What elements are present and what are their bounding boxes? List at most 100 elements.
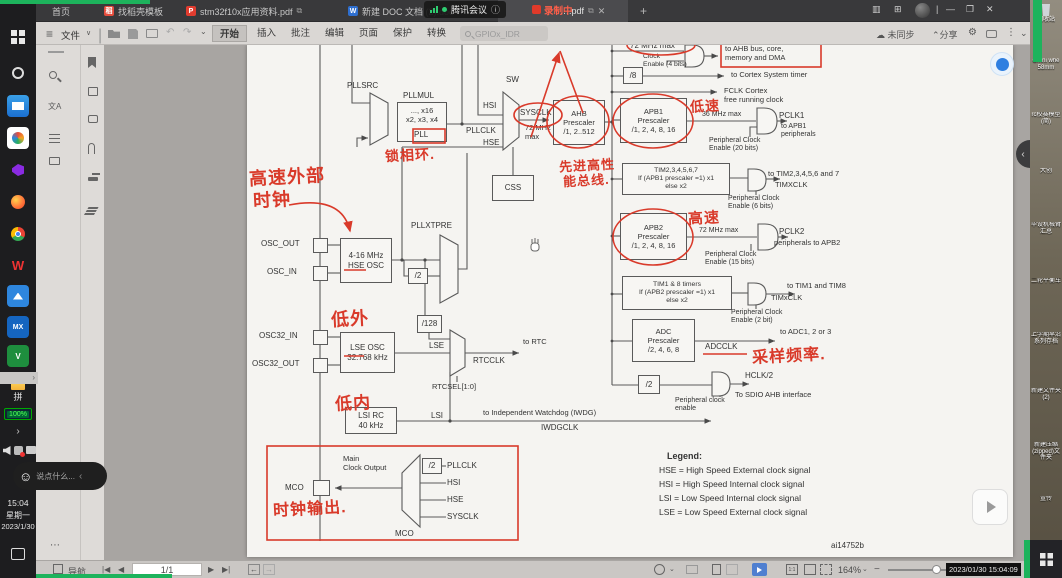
desktop-icon-zipped[interactable]: 新建压缩(zipped)文件夹: [1031, 442, 1061, 462]
redo-icon[interactable]: ↷: [183, 27, 191, 38]
clock-time[interactable]: 15:04: [0, 498, 36, 508]
save-icon[interactable]: [128, 29, 138, 39]
ribbon-tab-comment[interactable]: 批注: [284, 25, 317, 42]
two-page-icon[interactable]: [726, 564, 738, 575]
more-menu-icon[interactable]: ⋮: [1006, 27, 1016, 38]
close-button[interactable]: ✕: [986, 4, 994, 15]
stamp-icon[interactable]: [88, 173, 98, 184]
collapsed-overlay-bar[interactable]: ›: [0, 372, 38, 384]
translate-icon[interactable]: 文A: [48, 101, 61, 112]
taskbar-item-chrome[interactable]: [7, 223, 29, 245]
narrow-mode-icon[interactable]: ▥: [872, 4, 881, 15]
search-button[interactable]: [7, 62, 29, 84]
ribbon-tab-convert[interactable]: 转换: [420, 25, 453, 42]
snapshot-icon[interactable]: [88, 87, 98, 99]
comment-panel-icon[interactable]: [88, 115, 98, 126]
camera-icon[interactable]: [26, 446, 36, 454]
history-back-button[interactable]: ←: [248, 564, 260, 575]
annotation-pll: 锁相环.: [385, 144, 436, 167]
file-menu-caret[interactable]: ∨: [86, 29, 91, 37]
zoom-level[interactable]: 164%: [838, 565, 861, 575]
book-view-icon[interactable]: [686, 565, 698, 574]
workspace-grid-icon[interactable]: ⊞: [894, 4, 902, 15]
undo-icon[interactable]: ↶: [166, 27, 174, 38]
tray-expand-chevron[interactable]: ›: [0, 426, 36, 437]
smiley-icon[interactable]: ☺: [19, 470, 32, 483]
meeting-icon: [12, 132, 24, 144]
find-icon[interactable]: [49, 71, 57, 82]
bookmark-icon[interactable]: [88, 57, 96, 71]
zoom-out-button[interactable]: −: [874, 564, 880, 576]
last-page-button[interactable]: ▶|: [222, 564, 230, 576]
tab-pdf-document[interactable]: P stm32f10x应用资料.pdf ⧉: [180, 0, 308, 22]
settings-sliders-icon[interactable]: [49, 127, 60, 138]
avatar[interactable]: [915, 3, 930, 18]
speaker-icon[interactable]: [3, 446, 11, 455]
ribbon-tab-insert[interactable]: 插入: [250, 25, 283, 42]
zoom-slider-handle[interactable]: [932, 565, 941, 574]
eye-protect-caret[interactable]: ⌄: [669, 564, 675, 576]
sync-status[interactable]: ☁ 未同步: [876, 28, 915, 41]
chat-collapse-chevron[interactable]: ‹: [79, 471, 82, 482]
taskbar-item-wps[interactable]: W: [7, 254, 29, 276]
assistant-button[interactable]: [990, 52, 1014, 76]
ribbon-tab-protect[interactable]: 保护: [386, 25, 419, 42]
next-page-button[interactable]: ▶: [208, 564, 214, 576]
desktop-icon-balance-car[interactable]: 二轮平衡车: [1031, 278, 1061, 285]
eye-protect-icon[interactable]: [654, 564, 665, 575]
ribbon-tab-edit[interactable]: 编辑: [318, 25, 351, 42]
video-widget-button[interactable]: [972, 489, 1008, 525]
ribbon-tab-page[interactable]: 页面: [352, 25, 385, 42]
settings-gear-icon[interactable]: ⚙: [968, 27, 977, 38]
nav-panel-icon[interactable]: [53, 564, 63, 574]
actual-size-icon[interactable]: 1:1: [786, 564, 798, 575]
fit-width-icon[interactable]: [804, 564, 816, 575]
history-forward-button[interactable]: →: [263, 564, 275, 575]
start-button[interactable]: [7, 26, 29, 48]
hamburger-menu-icon[interactable]: ≡: [46, 27, 53, 41]
read-mode-icon[interactable]: [49, 157, 60, 168]
ime-indicator[interactable]: 拼: [0, 390, 36, 403]
desktop-icon-bishe[interactable]: 毕设机械臂汇总: [1031, 222, 1061, 235]
meeting-info-icon[interactable]: ⓘ: [491, 3, 500, 16]
print-icon[interactable]: [146, 29, 158, 38]
toolbar-caret-icon[interactable]: ⌄: [200, 27, 207, 36]
comment-bubble-icon[interactable]: [986, 30, 997, 38]
share-button[interactable]: ⌃分享: [932, 28, 958, 41]
desktop-icon-dachuang[interactable]: 大创: [1031, 168, 1061, 175]
minimize-button[interactable]: —: [946, 4, 955, 14]
taskbar-item-netdisk[interactable]: [7, 285, 29, 307]
tab-close-icon[interactable]: ✕: [598, 6, 606, 17]
taskbar-item-firefox[interactable]: [7, 191, 29, 213]
open-file-icon[interactable]: [108, 30, 120, 38]
desktop-icon-xuanchuan[interactable]: 宣传: [1031, 496, 1061, 503]
file-menu[interactable]: 文件: [61, 28, 80, 42]
taskbar-item-visual-studio[interactable]: [7, 159, 29, 181]
taskbar-item-meeting[interactable]: [7, 127, 29, 149]
chat-input-placeholder[interactable]: 说点什么...: [36, 471, 75, 482]
attachment-icon[interactable]: [88, 143, 95, 157]
taskbar-item-mx[interactable]: MX: [7, 316, 29, 338]
new-tab-button[interactable]: +: [634, 0, 653, 22]
meeting-overlay[interactable]: 腾讯会议 ⓘ: [424, 1, 506, 18]
ribbon-tab-home[interactable]: 开始: [212, 25, 247, 42]
desktop-icon-archive[interactable]: 上学期早沿系列存档: [1031, 332, 1061, 345]
collapse-ribbon-icon[interactable]: ⌄: [1020, 28, 1028, 39]
desktop-icon-newfolder[interactable]: 新建文件夹(2): [1031, 388, 1061, 401]
desktop-icon-rc[interactable]: rc校赛模型(简): [1031, 112, 1061, 125]
notification-center-icon[interactable]: [11, 548, 25, 560]
single-page-icon[interactable]: [712, 564, 721, 575]
recorder-icon[interactable]: [14, 446, 23, 455]
zoom-caret[interactable]: ⌄: [862, 564, 868, 576]
fit-page-icon[interactable]: [820, 564, 832, 575]
taskbar-item-mail[interactable]: [7, 95, 29, 117]
document-search-box[interactable]: GPIOx_IDR: [460, 26, 548, 41]
maximize-button[interactable]: ❐: [966, 4, 974, 15]
slideshow-button[interactable]: [752, 563, 767, 576]
windows-logo-icon[interactable]: [1040, 553, 1053, 566]
chat-overlay[interactable]: ☺ 说点什么... ‹: [13, 462, 107, 490]
panel-handle[interactable]: [48, 51, 64, 53]
taskbar-item-vs-green[interactable]: V: [7, 345, 29, 367]
layers-icon[interactable]: [88, 201, 98, 212]
panel-more-dots[interactable]: ⋯: [50, 540, 60, 551]
